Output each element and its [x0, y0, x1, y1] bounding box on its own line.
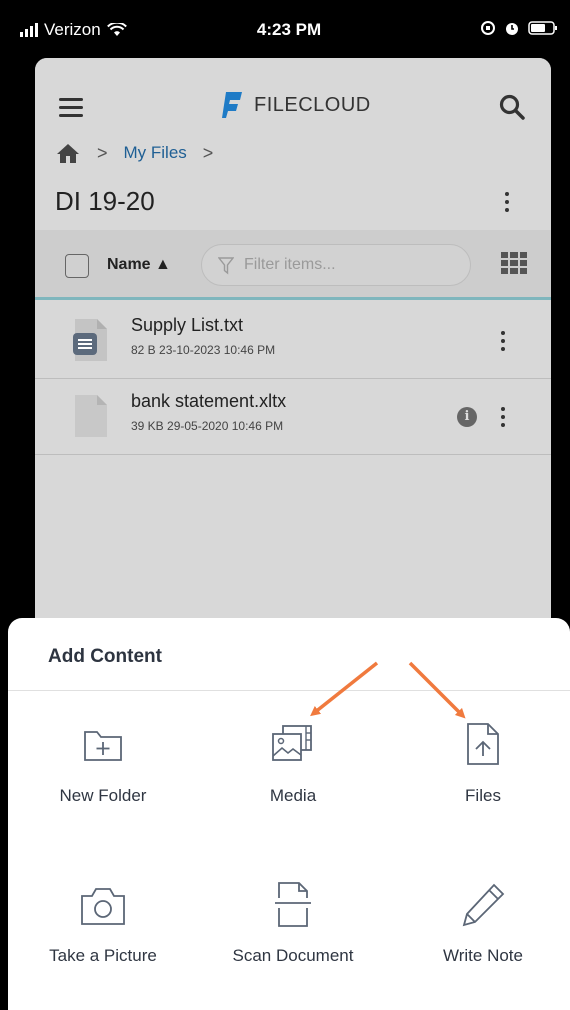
take-picture-button[interactable]: Take a Picture	[18, 880, 188, 990]
grid-view-icon[interactable]	[501, 252, 527, 274]
write-note-button[interactable]: Write Note	[398, 880, 568, 990]
files-button[interactable]: Files	[398, 718, 568, 828]
list-item[interactable]: Supply List.txt 82 B 23-10-2023 10:46 PM	[35, 303, 551, 379]
action-label: Files	[465, 786, 501, 805]
file-name: bank statement.xltx	[131, 391, 287, 411]
status-icons	[480, 20, 558, 36]
breadcrumb-my-files[interactable]: My Files	[124, 143, 187, 163]
file-meta: 39 KB 29-05-2020 10:46 PM	[131, 419, 284, 433]
action-label: Write Note	[443, 946, 523, 965]
sort-by-name[interactable]: Name ▲	[107, 256, 171, 274]
media-icon	[272, 725, 312, 761]
filter-icon	[218, 257, 234, 275]
action-label: Take a Picture	[49, 946, 157, 965]
status-bar: Verizon 4:23 PM	[8, 10, 570, 52]
scan-document-button[interactable]: Scan Document	[208, 880, 378, 990]
chevron-right-icon: >	[202, 142, 214, 163]
list-toolbar: Name ▲	[35, 230, 551, 300]
scan-document-icon	[275, 882, 311, 927]
action-label: New Folder	[59, 786, 147, 805]
file-name: Supply List.txt	[131, 315, 244, 335]
file-icon	[75, 395, 107, 437]
home-icon[interactable]	[55, 142, 81, 164]
filter-input[interactable]	[242, 253, 442, 277]
new-folder-button[interactable]: New Folder	[18, 718, 188, 828]
camera-icon	[81, 888, 125, 925]
action-label: Media	[269, 786, 317, 805]
folder-title: DI 19-20	[55, 186, 155, 216]
pencil-icon	[462, 883, 505, 927]
battery-icon	[528, 21, 557, 35]
file-meta: 82 B 23-10-2023 10:46 PM	[131, 343, 276, 357]
filter-field[interactable]	[201, 244, 471, 286]
text-file-icon	[73, 319, 107, 361]
rotation-lock-icon	[481, 21, 495, 35]
sheet-title: Add Content	[48, 646, 162, 667]
search-icon[interactable]	[499, 94, 525, 120]
alarm-icon	[506, 23, 518, 35]
menu-icon[interactable]	[59, 98, 83, 118]
filecloud-logo: FILECLOUD	[220, 90, 371, 120]
list-item[interactable]: bank statement.xltx 39 KB 29-05-2020 10:…	[35, 379, 551, 455]
file-more-icon[interactable]	[493, 329, 513, 353]
select-all-checkbox[interactable]	[65, 254, 89, 278]
logo-text: FILECLOUD	[254, 93, 371, 116]
filecloud-logo-icon	[222, 92, 242, 118]
breadcrumb: > My Files >	[55, 142, 213, 164]
add-content-sheet: Add Content New Folder Media Files Take …	[8, 618, 570, 1010]
file-more-icon[interactable]	[493, 405, 513, 429]
chevron-right-icon: >	[97, 142, 108, 163]
divider	[8, 690, 570, 691]
file-upload-icon	[467, 723, 499, 765]
info-icon[interactable]: i	[457, 407, 477, 427]
media-button[interactable]: Media	[208, 718, 378, 828]
folder-more-icon[interactable]	[497, 190, 517, 214]
action-label: Scan Document	[232, 946, 354, 965]
file-browser-card: FILECLOUD > My Files > DI 19-20 Name ▲ S…	[35, 58, 551, 678]
folder-plus-icon	[84, 731, 122, 761]
